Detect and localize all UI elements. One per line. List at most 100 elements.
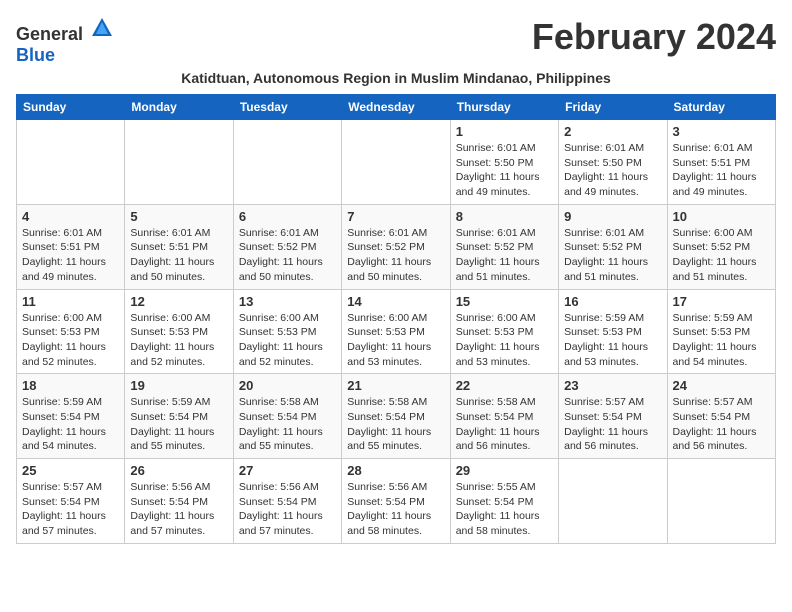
sunset-text: Sunset: 5:52 PM bbox=[564, 241, 642, 253]
col-wednesday: Wednesday bbox=[342, 95, 450, 120]
sunrise-text: Sunrise: 5:59 AM bbox=[564, 312, 644, 324]
day-info: Sunrise: 5:58 AM Sunset: 5:54 PM Dayligh… bbox=[456, 395, 553, 454]
day-number: 21 bbox=[347, 378, 444, 393]
calendar-cell bbox=[559, 459, 667, 544]
day-info: Sunrise: 5:56 AM Sunset: 5:54 PM Dayligh… bbox=[130, 480, 227, 539]
calendar-cell: 3 Sunrise: 6:01 AM Sunset: 5:51 PM Dayli… bbox=[667, 120, 775, 205]
sunrise-text: Sunrise: 5:55 AM bbox=[456, 481, 536, 493]
sunset-text: Sunset: 5:52 PM bbox=[673, 241, 751, 253]
sunrise-text: Sunrise: 6:00 AM bbox=[239, 312, 319, 324]
day-number: 25 bbox=[22, 463, 119, 478]
day-info: Sunrise: 6:00 AM Sunset: 5:52 PM Dayligh… bbox=[673, 226, 770, 285]
calendar-cell: 4 Sunrise: 6:01 AM Sunset: 5:51 PM Dayli… bbox=[17, 204, 125, 289]
sunset-text: Sunset: 5:51 PM bbox=[22, 241, 100, 253]
sunset-text: Sunset: 5:53 PM bbox=[130, 326, 208, 338]
day-info: Sunrise: 6:01 AM Sunset: 5:50 PM Dayligh… bbox=[456, 141, 553, 200]
calendar-cell bbox=[17, 120, 125, 205]
sunrise-text: Sunrise: 5:58 AM bbox=[456, 396, 536, 408]
day-info: Sunrise: 6:01 AM Sunset: 5:51 PM Dayligh… bbox=[130, 226, 227, 285]
day-number: 3 bbox=[673, 124, 770, 139]
daylight-text: Daylight: 11 hours and 49 minutes. bbox=[456, 171, 540, 198]
col-monday: Monday bbox=[125, 95, 233, 120]
logo-area: General Blue bbox=[16, 16, 114, 66]
sunrise-text: Sunrise: 6:01 AM bbox=[456, 227, 536, 239]
sunset-text: Sunset: 5:53 PM bbox=[22, 326, 100, 338]
sunrise-text: Sunrise: 5:56 AM bbox=[130, 481, 210, 493]
sunrise-text: Sunrise: 6:00 AM bbox=[347, 312, 427, 324]
sunset-text: Sunset: 5:51 PM bbox=[673, 157, 751, 169]
sunrise-text: Sunrise: 5:59 AM bbox=[22, 396, 102, 408]
sunrise-text: Sunrise: 5:57 AM bbox=[673, 396, 753, 408]
sunset-text: Sunset: 5:52 PM bbox=[239, 241, 317, 253]
sunrise-text: Sunrise: 5:56 AM bbox=[347, 481, 427, 493]
logo-general-text: General bbox=[16, 24, 83, 44]
sunset-text: Sunset: 5:54 PM bbox=[564, 411, 642, 423]
day-info: Sunrise: 5:56 AM Sunset: 5:54 PM Dayligh… bbox=[239, 480, 336, 539]
calendar-cell: 22 Sunrise: 5:58 AM Sunset: 5:54 PM Dayl… bbox=[450, 374, 558, 459]
logo: General Blue bbox=[16, 16, 114, 66]
col-thursday: Thursday bbox=[450, 95, 558, 120]
sunset-text: Sunset: 5:52 PM bbox=[456, 241, 534, 253]
daylight-text: Daylight: 11 hours and 53 minutes. bbox=[564, 341, 648, 368]
col-friday: Friday bbox=[559, 95, 667, 120]
sunset-text: Sunset: 5:50 PM bbox=[564, 157, 642, 169]
sunrise-text: Sunrise: 6:01 AM bbox=[239, 227, 319, 239]
calendar-cell: 6 Sunrise: 6:01 AM Sunset: 5:52 PM Dayli… bbox=[233, 204, 341, 289]
sunset-text: Sunset: 5:54 PM bbox=[347, 411, 425, 423]
daylight-text: Daylight: 11 hours and 52 minutes. bbox=[22, 341, 106, 368]
daylight-text: Daylight: 11 hours and 55 minutes. bbox=[130, 426, 214, 453]
col-sunday: Sunday bbox=[17, 95, 125, 120]
daylight-text: Daylight: 11 hours and 55 minutes. bbox=[239, 426, 323, 453]
subtitle: Katidtuan, Autonomous Region in Muslim M… bbox=[16, 70, 776, 86]
sunrise-text: Sunrise: 6:01 AM bbox=[673, 142, 753, 154]
calendar-cell: 26 Sunrise: 5:56 AM Sunset: 5:54 PM Dayl… bbox=[125, 459, 233, 544]
day-info: Sunrise: 6:01 AM Sunset: 5:51 PM Dayligh… bbox=[673, 141, 770, 200]
day-number: 29 bbox=[456, 463, 553, 478]
daylight-text: Daylight: 11 hours and 49 minutes. bbox=[564, 171, 648, 198]
sunrise-text: Sunrise: 5:57 AM bbox=[22, 481, 102, 493]
calendar-cell bbox=[342, 120, 450, 205]
day-info: Sunrise: 6:01 AM Sunset: 5:52 PM Dayligh… bbox=[347, 226, 444, 285]
daylight-text: Daylight: 11 hours and 57 minutes. bbox=[239, 510, 323, 537]
sunrise-text: Sunrise: 6:00 AM bbox=[673, 227, 753, 239]
sunrise-text: Sunrise: 6:01 AM bbox=[456, 142, 536, 154]
col-tuesday: Tuesday bbox=[233, 95, 341, 120]
sunset-text: Sunset: 5:53 PM bbox=[456, 326, 534, 338]
day-info: Sunrise: 5:58 AM Sunset: 5:54 PM Dayligh… bbox=[239, 395, 336, 454]
day-number: 14 bbox=[347, 294, 444, 309]
calendar-cell: 28 Sunrise: 5:56 AM Sunset: 5:54 PM Dayl… bbox=[342, 459, 450, 544]
calendar-cell: 7 Sunrise: 6:01 AM Sunset: 5:52 PM Dayli… bbox=[342, 204, 450, 289]
month-title: February 2024 bbox=[532, 16, 776, 58]
sunset-text: Sunset: 5:54 PM bbox=[22, 411, 100, 423]
day-info: Sunrise: 6:00 AM Sunset: 5:53 PM Dayligh… bbox=[130, 311, 227, 370]
daylight-text: Daylight: 11 hours and 52 minutes. bbox=[239, 341, 323, 368]
calendar-cell bbox=[125, 120, 233, 205]
day-info: Sunrise: 5:57 AM Sunset: 5:54 PM Dayligh… bbox=[564, 395, 661, 454]
daylight-text: Daylight: 11 hours and 57 minutes. bbox=[22, 510, 106, 537]
day-number: 27 bbox=[239, 463, 336, 478]
calendar-cell: 15 Sunrise: 6:00 AM Sunset: 5:53 PM Dayl… bbox=[450, 289, 558, 374]
day-number: 11 bbox=[22, 294, 119, 309]
daylight-text: Daylight: 11 hours and 50 minutes. bbox=[130, 256, 214, 283]
sunrise-text: Sunrise: 5:58 AM bbox=[239, 396, 319, 408]
calendar-cell: 9 Sunrise: 6:01 AM Sunset: 5:52 PM Dayli… bbox=[559, 204, 667, 289]
day-number: 6 bbox=[239, 209, 336, 224]
day-info: Sunrise: 5:57 AM Sunset: 5:54 PM Dayligh… bbox=[22, 480, 119, 539]
daylight-text: Daylight: 11 hours and 49 minutes. bbox=[22, 256, 106, 283]
sunset-text: Sunset: 5:51 PM bbox=[130, 241, 208, 253]
daylight-text: Daylight: 11 hours and 55 minutes. bbox=[347, 426, 431, 453]
sunrise-text: Sunrise: 5:56 AM bbox=[239, 481, 319, 493]
day-number: 9 bbox=[564, 209, 661, 224]
day-number: 22 bbox=[456, 378, 553, 393]
sunset-text: Sunset: 5:53 PM bbox=[564, 326, 642, 338]
daylight-text: Daylight: 11 hours and 57 minutes. bbox=[130, 510, 214, 537]
col-saturday: Saturday bbox=[667, 95, 775, 120]
sunrise-text: Sunrise: 5:59 AM bbox=[673, 312, 753, 324]
sunrise-text: Sunrise: 6:00 AM bbox=[130, 312, 210, 324]
sunrise-text: Sunrise: 5:58 AM bbox=[347, 396, 427, 408]
day-number: 12 bbox=[130, 294, 227, 309]
daylight-text: Daylight: 11 hours and 51 minutes. bbox=[564, 256, 648, 283]
sunset-text: Sunset: 5:50 PM bbox=[456, 157, 534, 169]
sunset-text: Sunset: 5:54 PM bbox=[130, 411, 208, 423]
daylight-text: Daylight: 11 hours and 51 minutes. bbox=[673, 256, 757, 283]
